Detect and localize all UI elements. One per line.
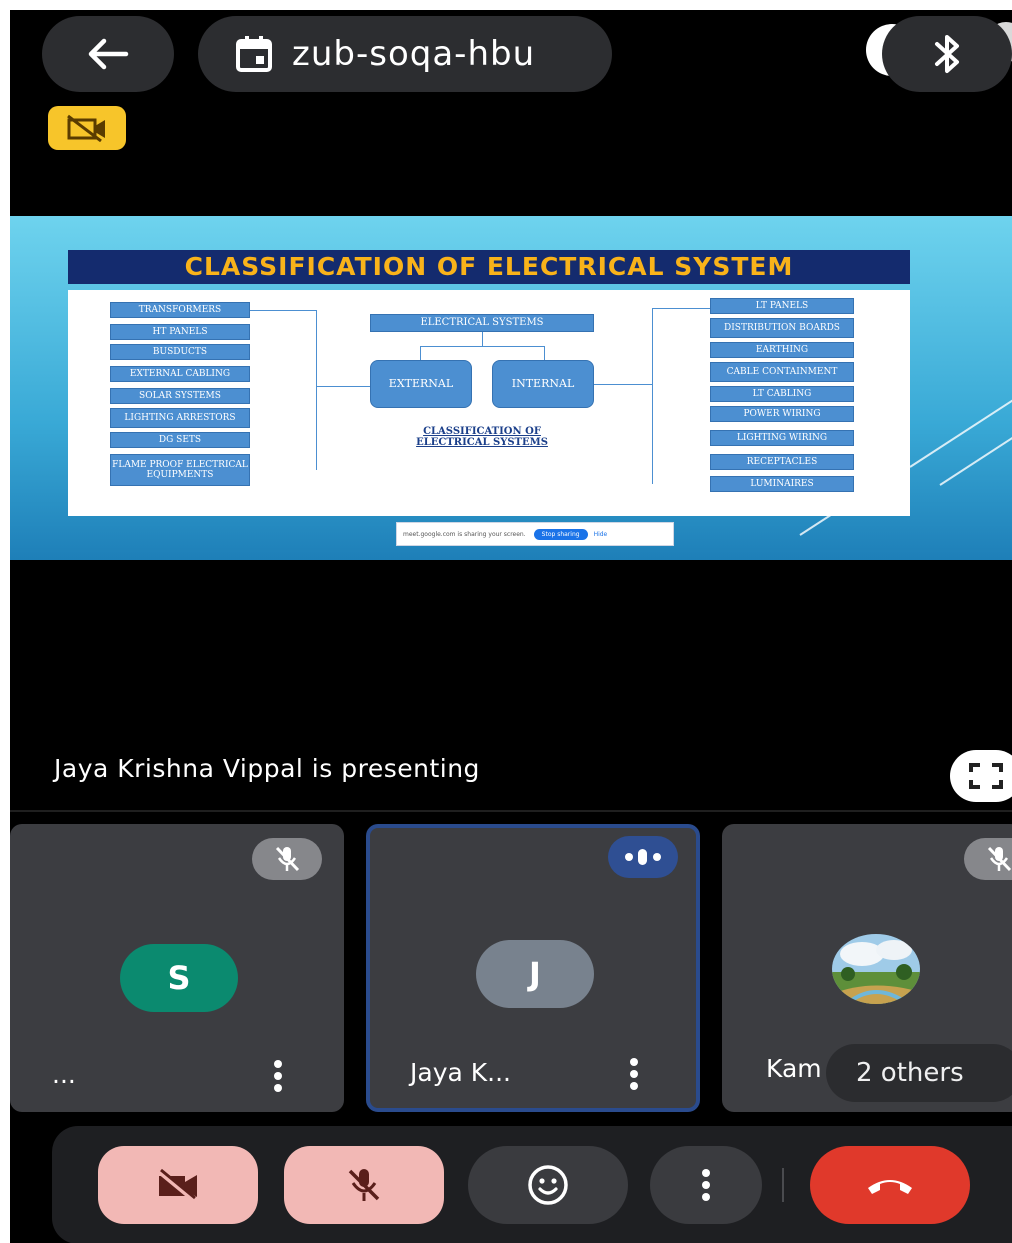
participant-tile-2[interactable]: J Jaya K... bbox=[366, 824, 700, 1112]
external-box: EXTERNAL bbox=[370, 360, 472, 408]
shared-screen: CLASSIFICATION OF ELECTRICAL SYSTEM TRAN… bbox=[10, 216, 1012, 560]
slide-diagram: TRANSFORMERS HT PANELS BUSDUCTS EXTERNAL… bbox=[68, 290, 910, 516]
more-vert-icon[interactable] bbox=[274, 1060, 282, 1092]
diagram-caption-line2: ELECTRICAL SYSTEMS bbox=[416, 437, 548, 448]
left-item-5: LIGHTING ARRESTORS bbox=[110, 408, 250, 428]
mic-off-indicator bbox=[252, 838, 322, 880]
mic-off-icon bbox=[987, 846, 1012, 872]
camera-off-icon bbox=[67, 114, 105, 142]
bluetooth-icon bbox=[935, 35, 959, 73]
stop-sharing-button[interactable]: Stop sharing bbox=[533, 528, 588, 540]
participant-name: Jaya K... bbox=[410, 1058, 511, 1087]
screen-share-bar: meet.google.com is sharing your screen. … bbox=[396, 522, 674, 546]
more-vert-icon bbox=[702, 1169, 710, 1201]
meeting-code: zub-soqa-hbu bbox=[292, 34, 536, 74]
avatar: S bbox=[120, 944, 238, 1012]
left-item-3: EXTERNAL CABLING bbox=[110, 366, 250, 382]
more-options-button[interactable] bbox=[650, 1146, 762, 1224]
mic-off-icon bbox=[275, 846, 300, 872]
right-item-6: LIGHTING WIRING bbox=[710, 430, 854, 446]
participant-name: ... bbox=[52, 1060, 76, 1089]
right-item-2: EARTHING bbox=[710, 342, 854, 358]
others-pill[interactable]: 2 others bbox=[826, 1044, 1012, 1102]
avatar bbox=[832, 934, 920, 1004]
right-item-3: CABLE CONTAINMENT bbox=[710, 362, 854, 382]
share-bar-text: meet.google.com is sharing your screen. bbox=[403, 530, 526, 538]
mic-off-indicator bbox=[964, 838, 1012, 880]
right-item-1: DISTRIBUTION BOARDS bbox=[710, 318, 854, 338]
left-item-4: SOLAR SYSTEMS bbox=[110, 388, 250, 404]
mic-toggle-button[interactable] bbox=[284, 1146, 444, 1224]
emoji-icon bbox=[528, 1165, 568, 1205]
right-item-8: LUMINAIRES bbox=[710, 476, 854, 492]
right-item-7: RECEPTACLES bbox=[710, 454, 854, 470]
meet-screen: zub-soqa-hbu CLASSIFICATION OF ELECTRICA… bbox=[10, 10, 1012, 1243]
left-item-1: HT PANELS bbox=[110, 324, 250, 340]
more-vert-icon[interactable] bbox=[630, 1058, 638, 1090]
right-item-5: POWER WIRING bbox=[710, 406, 854, 422]
left-item-6: DG SETS bbox=[110, 432, 250, 448]
calendar-icon bbox=[236, 36, 272, 72]
right-item-4: LT CABLING bbox=[710, 386, 854, 402]
camera-off-icon bbox=[157, 1168, 197, 1202]
presenting-label: Jaya Krishna Vippal is presenting bbox=[54, 754, 480, 783]
audio-output-button[interactable] bbox=[882, 16, 1012, 92]
controls-divider bbox=[782, 1168, 784, 1202]
back-arrow-icon bbox=[88, 38, 129, 70]
left-item-7: FLAME PROOF ELECTRICAL EQUIPMENTS bbox=[110, 454, 250, 486]
center-top-box: ELECTRICAL SYSTEMS bbox=[370, 314, 594, 332]
divider bbox=[10, 810, 1012, 812]
right-item-0: LT PANELS bbox=[710, 298, 854, 314]
fullscreen-button[interactable] bbox=[950, 750, 1012, 802]
fullscreen-icon bbox=[969, 763, 1003, 789]
participant-name: Kam bbox=[766, 1054, 822, 1083]
end-call-button[interactable] bbox=[810, 1146, 970, 1224]
avatar: J bbox=[476, 940, 594, 1008]
internal-box: INTERNAL bbox=[492, 360, 594, 408]
speaking-indicator bbox=[608, 836, 678, 878]
left-item-2: BUSDUCTS bbox=[110, 344, 250, 360]
meeting-info-button[interactable]: zub-soqa-hbu bbox=[198, 16, 612, 92]
back-button[interactable] bbox=[42, 16, 174, 92]
camera-toggle-button[interactable] bbox=[98, 1146, 258, 1224]
reactions-button[interactable] bbox=[468, 1146, 628, 1224]
camera-off-badge bbox=[48, 106, 126, 150]
participant-tile-1[interactable]: S ... bbox=[10, 824, 344, 1112]
mic-off-icon bbox=[348, 1169, 380, 1201]
left-item-0: TRANSFORMERS bbox=[110, 302, 250, 318]
speaking-icon bbox=[625, 849, 661, 865]
diagram-caption-line1: CLASSIFICATION OF bbox=[423, 426, 541, 437]
slide-title: CLASSIFICATION OF ELECTRICAL SYSTEM bbox=[68, 250, 910, 284]
hide-button[interactable]: Hide bbox=[594, 531, 608, 538]
end-call-icon bbox=[868, 1180, 912, 1194]
